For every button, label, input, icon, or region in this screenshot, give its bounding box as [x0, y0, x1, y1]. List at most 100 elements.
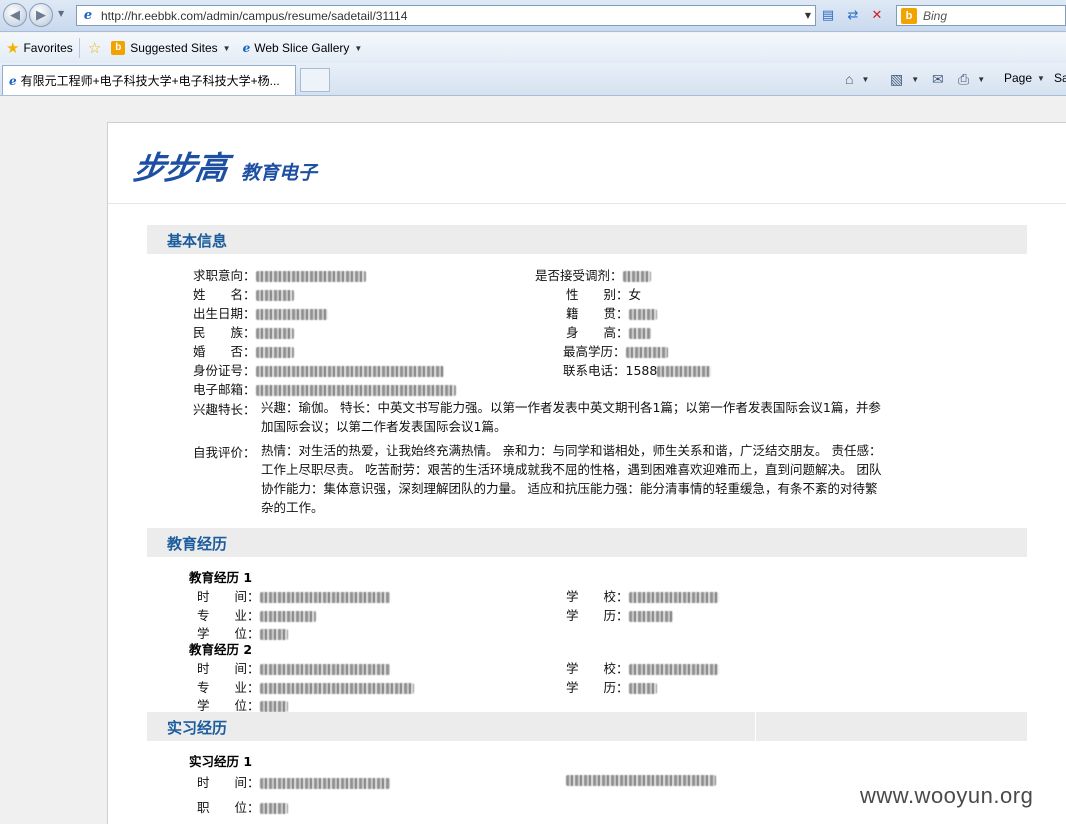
- field-name: 姓 名：: [193, 284, 294, 303]
- web-slice-gallery-button[interactable]: e Web Slice Gallery ▼: [243, 41, 363, 55]
- back-arrow-icon: ◀: [10, 7, 20, 23]
- redacted-value: [259, 778, 390, 789]
- search-placeholder[interactable]: Bing: [923, 9, 947, 23]
- redacted-value: [255, 366, 444, 377]
- section-divider: [755, 712, 756, 741]
- suggested-sites-button[interactable]: b Suggested Sites ▼: [111, 41, 231, 55]
- page-ie-icon: e: [83, 7, 93, 23]
- field-job-intention: 求职意向：: [193, 265, 366, 284]
- edu-2-edu-level: 学 历：: [566, 677, 657, 696]
- field-label: 是否接受调剂：: [535, 268, 623, 283]
- new-tab-button[interactable]: [300, 68, 330, 92]
- field-label: 民 族：: [193, 325, 256, 340]
- redacted-value: [259, 683, 414, 694]
- stop-icon[interactable]: ✕: [867, 6, 887, 26]
- edu-1-edu-level: 学 历：: [566, 605, 673, 624]
- favorites-bar: ★ Favorites ☆ b Suggested Sites ▼ e Web …: [0, 33, 1066, 63]
- redacted-value: [255, 290, 294, 301]
- bing-icon: b: [901, 7, 917, 24]
- search-box[interactable]: b Bing: [896, 5, 1066, 26]
- resume-page: 步步高 教育电子 基本信息 求职意向： 是否接受调剂： 姓 名： 性 别：女 出…: [107, 122, 1066, 824]
- home-button[interactable]: ⌂ ▼: [845, 71, 869, 87]
- forward-arrow-icon: ▶: [36, 7, 46, 23]
- field-hobby-text: 兴趣：瑜伽。 特长：中英文书写能力强。以第一作者发表中英文期刊各1篇；以第一作者…: [261, 400, 881, 434]
- field-label: 时 间：: [197, 661, 260, 676]
- section-basic-info: 基本信息: [147, 225, 1027, 254]
- redacted-value: [255, 328, 294, 339]
- field-hobby-label: 兴趣特长：: [193, 399, 256, 418]
- field-native-place: 籍 贯：: [566, 303, 657, 322]
- field-label: 自我评价：: [193, 445, 256, 460]
- field-label: 学 历：: [566, 680, 629, 695]
- redacted-value: [255, 347, 294, 358]
- redacted-value: [259, 611, 316, 622]
- tab-title: 有限元工程师+电子科技大学+电子科技大学+杨...: [20, 74, 280, 88]
- address-bar[interactable]: e http://hr.eebbk.com/admin/campus/resum…: [76, 5, 816, 26]
- page-caret-icon: ▼: [1037, 73, 1045, 83]
- field-label: 求职意向：: [193, 268, 256, 283]
- redacted-value: [628, 683, 657, 694]
- address-toolbar: ◀ ▶ ▼ e http://hr.eebbk.com/admin/campus…: [0, 0, 1066, 32]
- field-label: 身份证号：: [193, 363, 256, 378]
- suggested-sites-label: Suggested Sites: [130, 41, 218, 55]
- mail-button[interactable]: ✉: [932, 71, 947, 88]
- intern-1-org: [566, 772, 716, 787]
- redacted-value: [259, 701, 288, 712]
- section-title: 教育经历: [167, 535, 228, 553]
- field-label: 联系电话：: [563, 363, 626, 378]
- safety-menu[interactable]: Sa: [1054, 71, 1066, 85]
- edu-2-school: 学 校：: [566, 658, 719, 677]
- field-height: 身 高：: [566, 322, 651, 341]
- field-label: 出生日期：: [193, 306, 256, 321]
- redacted-value: [628, 664, 719, 675]
- field-label: 性 别：: [566, 287, 629, 302]
- watermark-text: www.wooyun.org: [860, 783, 1034, 808]
- edu-2-time: 时 间：: [197, 658, 390, 677]
- field-label: 身 高：: [566, 325, 629, 340]
- url-dropdown-icon[interactable]: ▼: [801, 11, 815, 20]
- rss-icon: ▧: [890, 71, 904, 87]
- history-dropdown-icon[interactable]: ▼: [58, 9, 68, 21]
- redacted-value: [628, 592, 719, 603]
- suggested-sites-caret-icon: ▼: [222, 43, 231, 53]
- print-button[interactable]: ⎙ ▼: [958, 71, 985, 88]
- field-label: 学 校：: [566, 661, 629, 676]
- header-divider: [108, 203, 1066, 204]
- url-text[interactable]: http://hr.eebbk.com/admin/campus/resume/…: [101, 9, 801, 23]
- favorites-star-icon: ★: [6, 40, 20, 57]
- forward-button[interactable]: ▶: [29, 3, 53, 27]
- field-email: 电子邮箱：: [193, 379, 456, 398]
- field-label: 时 间：: [197, 775, 260, 790]
- back-button[interactable]: ◀: [3, 3, 27, 27]
- section-title: 基本信息: [167, 232, 228, 250]
- feeds-button[interactable]: ▧ ▼: [890, 71, 919, 88]
- redacted-value: [259, 664, 390, 675]
- favorites-button[interactable]: ★ Favorites: [6, 39, 73, 57]
- field-marital: 婚 否：: [193, 341, 294, 360]
- intern-1-time: 时 间：: [197, 772, 390, 791]
- field-id-number: 身份证号：: [193, 360, 444, 379]
- edu-2-major: 专 业：: [197, 677, 414, 696]
- tab-resume[interactable]: e 有限元工程师+电子科技大学+电子科技大学+杨...: [2, 65, 296, 95]
- page-menu[interactable]: Page ▼: [1004, 71, 1045, 85]
- field-label: 最高学历：: [563, 344, 626, 359]
- redacted-value: [255, 309, 328, 320]
- field-self-eval-text: 热情：对生活的热爱，让我始终充满热情。 亲和力：与同学和谐相处，师生关系和谐，广…: [261, 443, 882, 515]
- printer-icon: ⎙: [958, 71, 970, 87]
- redacted-value: [255, 271, 366, 282]
- redacted-value: [628, 328, 651, 339]
- field-label: 学 历：: [566, 608, 629, 623]
- print-caret-icon: ▼: [977, 75, 986, 84]
- add-favorite-button[interactable]: ☆: [88, 39, 105, 57]
- company-logo: 步步高 教育电子: [131, 143, 317, 189]
- section-title: 实习经历: [167, 719, 228, 737]
- web-slice-ie-icon: e: [242, 41, 251, 55]
- feeds-caret-icon: ▼: [911, 75, 920, 84]
- favorites-label: Favorites: [23, 41, 73, 55]
- field-phone: 联系电话：1588: [563, 360, 712, 379]
- compatibility-view-icon[interactable]: ▤: [818, 6, 838, 26]
- favorites-divider: [78, 38, 80, 58]
- edu-1-major: 专 业：: [197, 605, 316, 624]
- refresh-icon[interactable]: ⇄: [843, 6, 863, 26]
- field-value: 1588: [625, 363, 658, 378]
